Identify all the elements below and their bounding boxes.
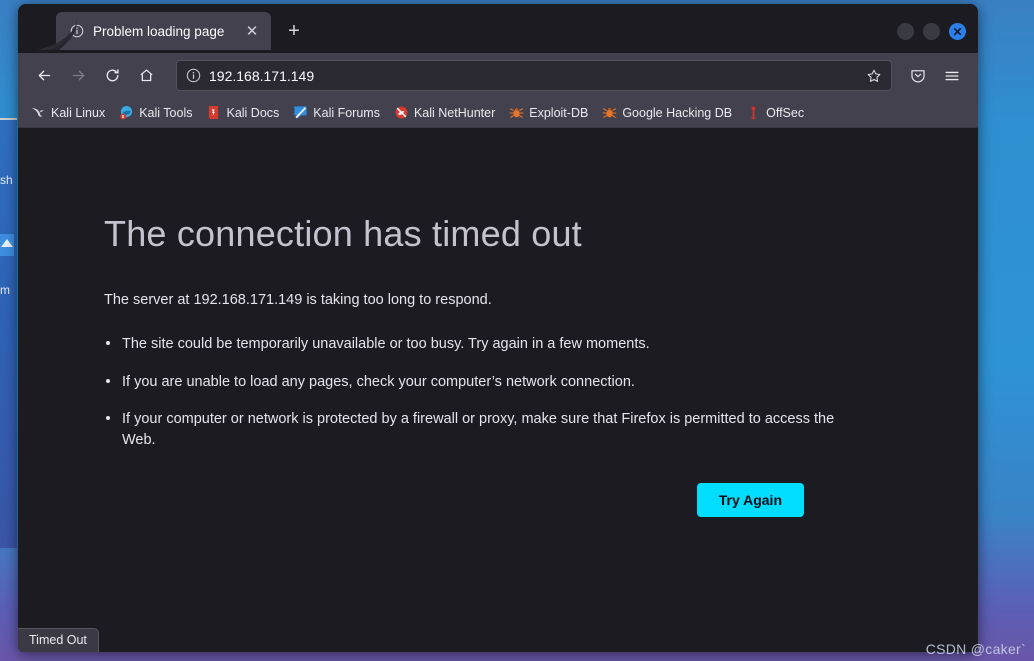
page-content: The connection has timed out The server … bbox=[18, 128, 978, 652]
tab-title: Problem loading page bbox=[93, 23, 225, 39]
bookmark-kali-forums[interactable]: Kali Forums bbox=[286, 103, 387, 122]
try-again-button[interactable]: Try Again bbox=[696, 482, 804, 517]
bookmark-label: Exploit-DB bbox=[529, 105, 589, 120]
tab-close-icon[interactable]: ✕ bbox=[242, 21, 262, 41]
background-window-text-fragment-bottom: m bbox=[0, 283, 10, 297]
bookmark-label: Kali Tools bbox=[139, 105, 193, 120]
new-tab-button[interactable]: + bbox=[279, 16, 309, 46]
bug-icon bbox=[509, 105, 524, 120]
error-description: The server at 192.168.171.149 is taking … bbox=[104, 292, 492, 309]
watermark: CSDN @caker` bbox=[925, 641, 1026, 657]
desktop: sh m Problem loading page ✕ + ✕ 192.168.… bbox=[0, 0, 1034, 661]
kali-docs-icon bbox=[206, 105, 221, 120]
bug-icon bbox=[602, 105, 617, 120]
bookmark-label: Kali NetHunter bbox=[413, 105, 496, 120]
firefox-window: Problem loading page ✕ + ✕ 192.168.171.1… bbox=[18, 4, 978, 652]
bookmark-label: Google Hacking DB bbox=[622, 105, 733, 120]
svg-text:II: II bbox=[122, 114, 124, 119]
identity-info-icon[interactable] bbox=[186, 68, 201, 83]
bookmark-kali-linux[interactable]: Kali Linux bbox=[24, 103, 112, 122]
url-bar[interactable]: 192.168.171.149 bbox=[176, 60, 892, 91]
list-item: If you are unable to load any pages, che… bbox=[104, 372, 864, 393]
background-window-upload-icon bbox=[0, 234, 14, 256]
kali-dragon-icon bbox=[31, 105, 46, 120]
window-controls: ✕ bbox=[897, 23, 966, 40]
page-title: The connection has timed out bbox=[104, 213, 582, 254]
background-window-titlebar bbox=[0, 118, 17, 120]
back-button[interactable] bbox=[28, 60, 60, 92]
status-popup: Timed Out bbox=[18, 628, 99, 652]
browser-tab[interactable]: Problem loading page ✕ bbox=[56, 12, 271, 50]
info-circle-icon bbox=[69, 24, 84, 39]
bookmark-label: Kali Linux bbox=[51, 105, 106, 120]
bookmark-star-icon[interactable] bbox=[860, 63, 887, 88]
navigation-toolbar: 192.168.171.149 bbox=[18, 53, 978, 98]
save-to-pocket-icon[interactable] bbox=[902, 60, 934, 92]
maximize-button[interactable] bbox=[923, 23, 940, 40]
kali-tools-icon: II bbox=[119, 105, 134, 120]
kali-forums-icon bbox=[293, 105, 308, 120]
bookmark-exploit-db[interactable]: Exploit-DB bbox=[502, 103, 595, 122]
bookmark-kali-tools[interactable]: II Kali Tools bbox=[112, 103, 199, 122]
bookmark-label: Kali Forums bbox=[313, 105, 380, 120]
list-item: If your computer or network is protected… bbox=[104, 409, 864, 450]
close-button[interactable]: ✕ bbox=[949, 23, 966, 40]
bookmark-label: Kali Docs bbox=[226, 105, 280, 120]
app-menu-button[interactable] bbox=[936, 60, 968, 92]
url-input[interactable]: 192.168.171.149 bbox=[209, 68, 852, 84]
button-row: Try Again bbox=[104, 482, 884, 517]
bookmark-kali-nethunter[interactable]: Kali NetHunter bbox=[387, 103, 502, 122]
bookmark-offsec[interactable]: OffSec bbox=[739, 103, 811, 122]
error-suggestion-list: The site could be temporarily unavailabl… bbox=[104, 334, 884, 450]
forward-button[interactable] bbox=[62, 60, 94, 92]
background-window-text-fragment-top: sh bbox=[0, 173, 13, 187]
offsec-icon bbox=[746, 105, 761, 120]
reload-button[interactable] bbox=[96, 60, 128, 92]
bookmarks-toolbar: Kali Linux II Kali Tools Kali Docs Kali … bbox=[18, 98, 978, 128]
minimize-button[interactable] bbox=[897, 23, 914, 40]
tab-strip: Problem loading page ✕ + ✕ bbox=[18, 4, 978, 53]
home-button[interactable] bbox=[130, 60, 162, 92]
bookmark-label: OffSec bbox=[766, 105, 805, 120]
list-item: The site could be temporarily unavailabl… bbox=[104, 334, 864, 355]
bookmark-google-hacking-db[interactable]: Google Hacking DB bbox=[595, 103, 739, 122]
background-window[interactable]: sh m bbox=[0, 118, 17, 548]
error-page: The connection has timed out The server … bbox=[104, 212, 884, 517]
nethunter-icon bbox=[395, 106, 408, 119]
bookmark-kali-docs[interactable]: Kali Docs bbox=[199, 103, 286, 122]
